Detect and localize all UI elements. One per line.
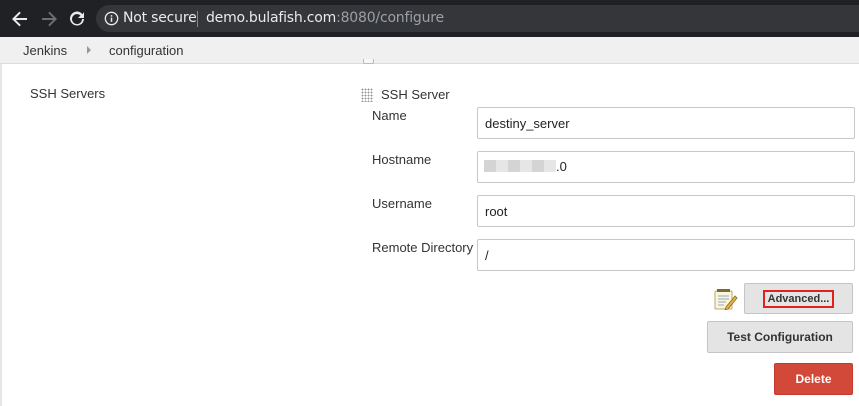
url-path: :8080/configure bbox=[336, 10, 444, 26]
breadcrumb-item-jenkins[interactable]: Jenkins bbox=[23, 43, 67, 58]
drag-handle-icon[interactable] bbox=[361, 88, 373, 102]
back-arrow-icon[interactable] bbox=[9, 8, 31, 30]
username-label: Username bbox=[372, 196, 432, 211]
notepad-icon bbox=[714, 289, 738, 310]
hostname-label: Hostname bbox=[372, 152, 432, 167]
remote-directory-field[interactable] bbox=[477, 239, 855, 271]
forward-arrow-icon[interactable] bbox=[38, 8, 60, 30]
test-configuration-button[interactable]: Test Configuration bbox=[707, 321, 853, 353]
name-label: Name bbox=[372, 108, 407, 123]
name-field[interactable] bbox=[477, 107, 855, 139]
advanced-button-label: Advanced... bbox=[762, 289, 835, 308]
redacted-hostname bbox=[484, 160, 556, 172]
ssh-server-title: SSH Server bbox=[381, 87, 450, 102]
remote-directory-label: Remote Directory bbox=[372, 240, 474, 255]
reload-icon[interactable] bbox=[66, 8, 88, 30]
url-host: demo.bulafish.com bbox=[206, 10, 337, 26]
username-field[interactable] bbox=[477, 195, 855, 227]
info-icon[interactable] bbox=[104, 11, 119, 26]
advanced-button[interactable]: Advanced... bbox=[744, 283, 853, 314]
address-bar[interactable]: Not secure demo.bulafish.com:8080/config… bbox=[96, 5, 859, 32]
checkbox[interactable] bbox=[363, 59, 374, 64]
hostname-suffix: .0 bbox=[556, 159, 567, 174]
url-text[interactable]: demo.bulafish.com:8080/configure bbox=[206, 10, 444, 26]
browser-toolbar: Not secure demo.bulafish.com:8080/config… bbox=[0, 0, 859, 37]
security-status[interactable]: Not secure bbox=[123, 10, 197, 26]
side-divider bbox=[0, 64, 2, 406]
breadcrumb-item-configuration[interactable]: configuration bbox=[109, 43, 183, 58]
section-label-ssh-servers: SSH Servers bbox=[30, 86, 106, 101]
delete-button[interactable]: Delete bbox=[774, 363, 853, 395]
breadcrumb-separator-icon[interactable] bbox=[87, 46, 91, 54]
url-separator bbox=[197, 11, 198, 27]
breadcrumb: Jenkins configuration bbox=[0, 37, 859, 64]
